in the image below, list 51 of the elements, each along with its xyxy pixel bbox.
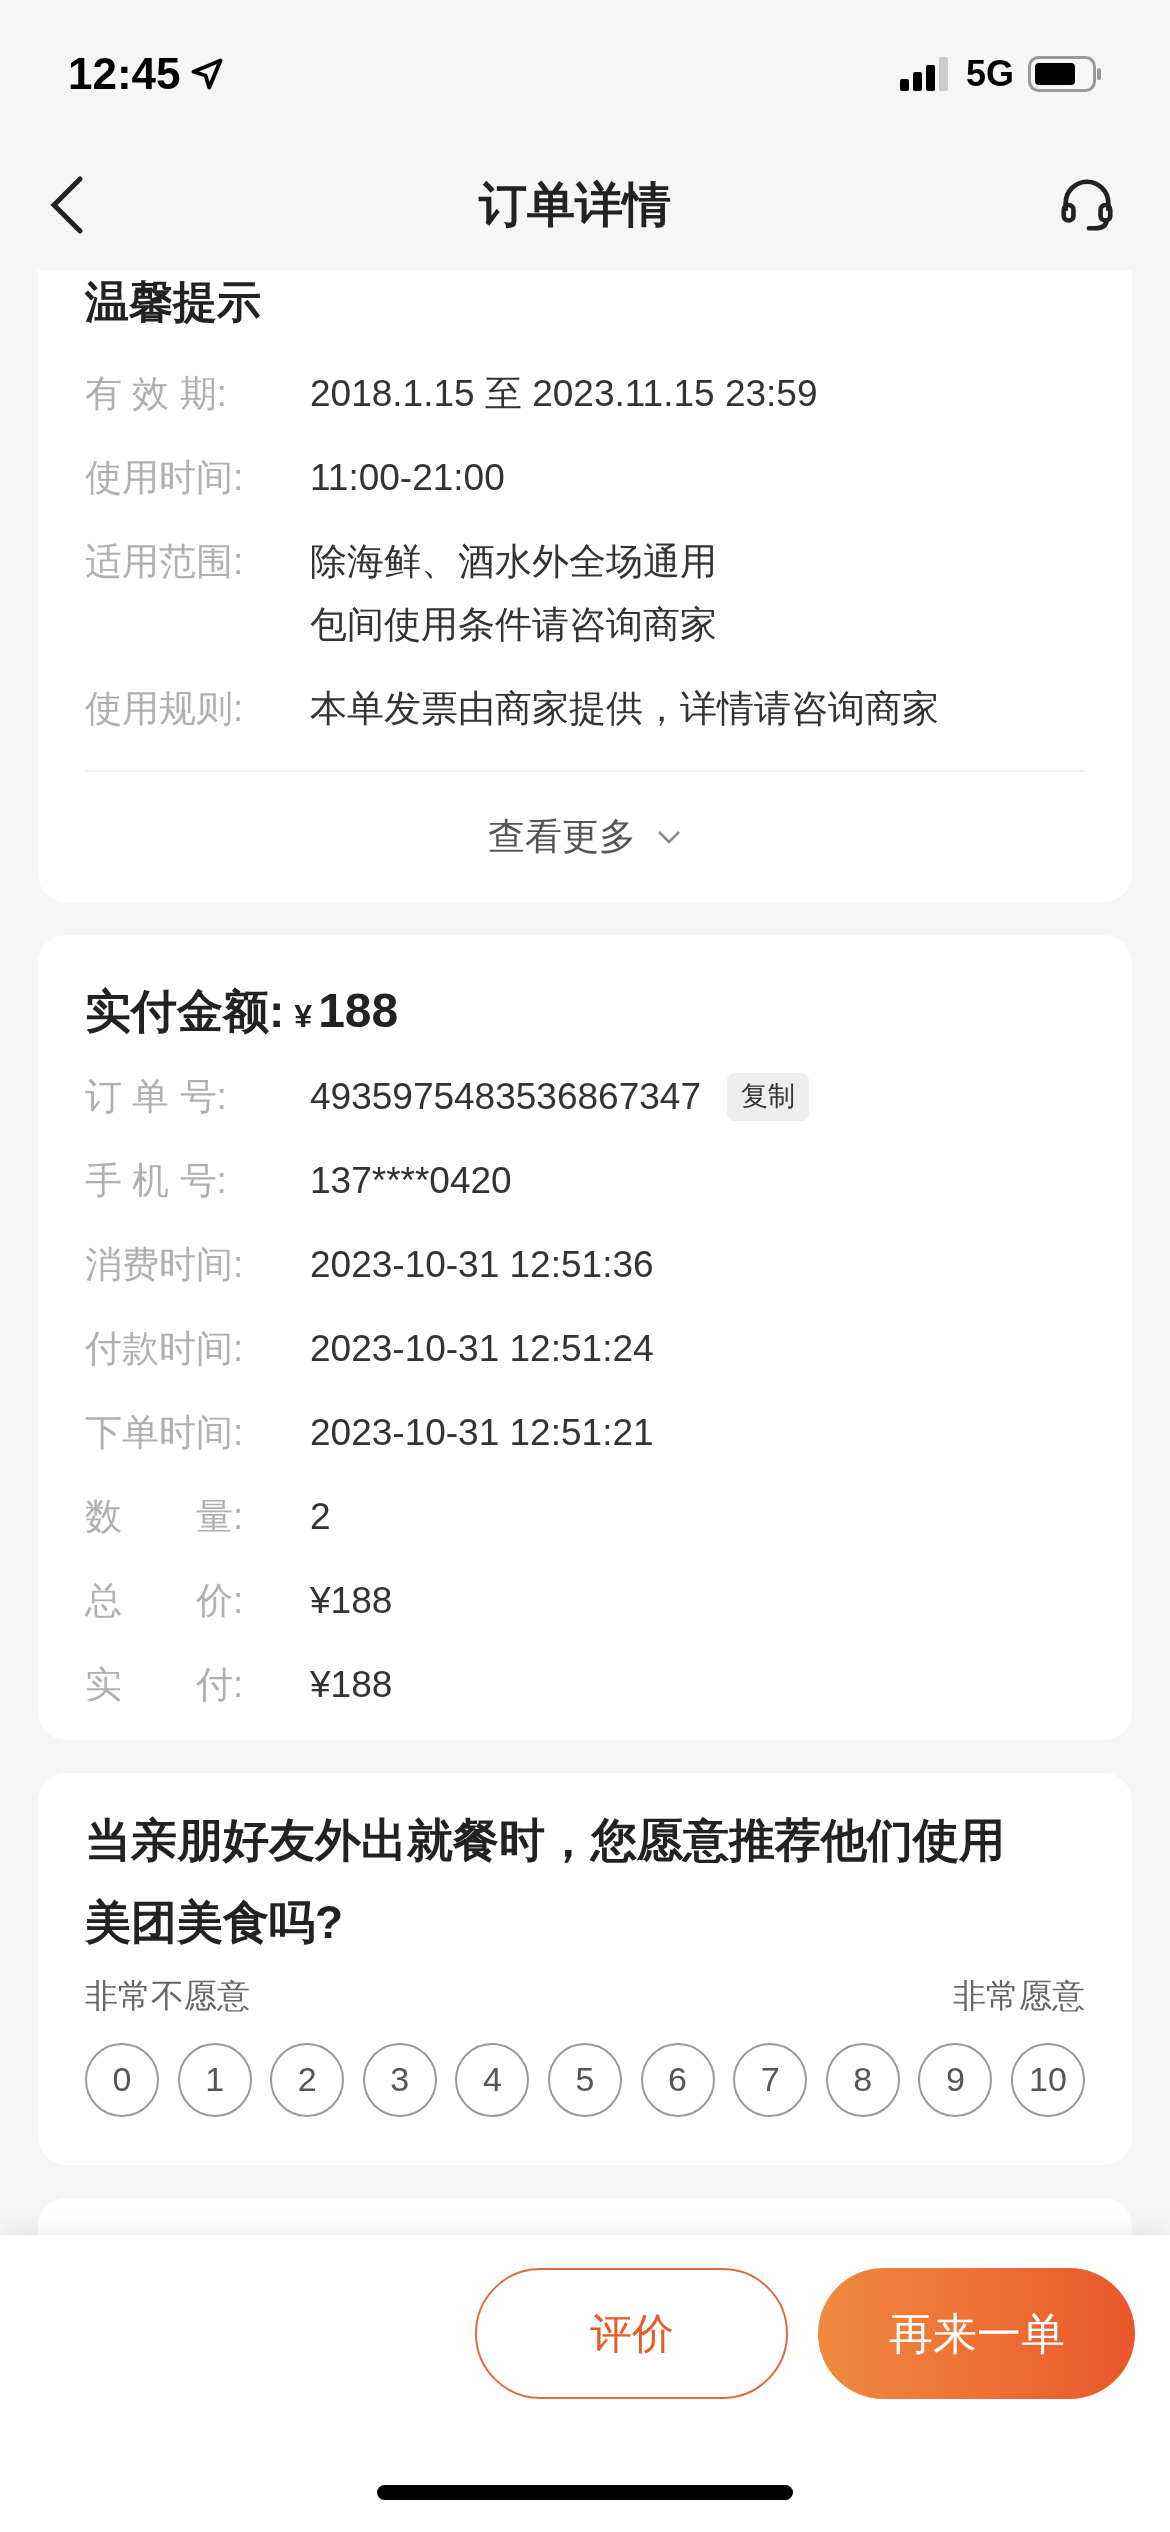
field-label: 有 效 期: — [85, 372, 228, 416]
score-option[interactable]: 10 — [1010, 2042, 1085, 2117]
field-value: 4935975483536867347 — [310, 1075, 701, 1119]
scale-low-label: 非常不愿意 — [85, 1976, 250, 2016]
field-label: 数 量: — [85, 1495, 245, 1539]
field-value: ¥188 — [310, 1579, 393, 1623]
score-option[interactable]: 5 — [547, 2042, 622, 2117]
field-label: 订 单 号: — [85, 1075, 228, 1119]
score-option[interactable]: 3 — [362, 2042, 437, 2117]
field-label: 手 机 号: — [85, 1159, 228, 1203]
network-label: 5G — [965, 52, 1014, 96]
paid-amount: 188 — [318, 983, 399, 1039]
field-value: 2 — [310, 1495, 331, 1539]
page-title: 订单详情 — [479, 177, 671, 233]
score-option[interactable]: 1 — [177, 2042, 252, 2117]
field-value: 包间使用条件请咨询商家 — [310, 603, 717, 647]
score-option[interactable]: 6 — [640, 2042, 715, 2117]
field-value: 2023-10-31 12:51:24 — [310, 1327, 654, 1371]
field-label: 使用规则: — [85, 687, 245, 731]
field-value: 137****0420 — [310, 1159, 512, 1203]
copy-button[interactable]: 复制 — [727, 1072, 809, 1121]
view-more-link[interactable]: 查看更多 — [488, 772, 682, 902]
field-value: 2018.1.15 至 2023.11.15 23:59 — [310, 372, 818, 416]
field-value: 2023-10-31 12:51:21 — [310, 1411, 654, 1455]
card-title: 温馨提示 — [85, 276, 262, 328]
card-title: 实付金额: — [85, 984, 285, 1039]
field-value: ¥188 — [310, 1663, 393, 1707]
chevron-down-icon — [656, 829, 682, 845]
score-option[interactable]: 7 — [733, 2042, 808, 2117]
field-label: 下单时间: — [85, 1411, 245, 1455]
status-time: 12:45 — [68, 48, 181, 100]
field-value: 11:00-21:00 — [310, 456, 505, 500]
survey-question: 当亲朋好友外出就餐时，您愿意推荐他们使用美团美食吗? — [85, 1813, 1006, 1950]
field-value: 2023-10-31 12:51:36 — [310, 1243, 654, 1287]
field-label: 使用时间: — [85, 456, 245, 500]
score-option[interactable]: 4 — [455, 2042, 530, 2117]
field-label: 消费时间: — [85, 1243, 245, 1287]
scale-high-label: 非常愿意 — [953, 1976, 1085, 2016]
score-option[interactable]: 9 — [918, 2042, 993, 2117]
field-label: 付款时间: — [85, 1327, 245, 1371]
score-option[interactable]: 8 — [825, 2042, 900, 2117]
field-value: 本单发票由商家提供，详情请咨询商家 — [310, 687, 939, 731]
score-option[interactable]: 2 — [270, 2042, 345, 2117]
field-label: 适用范围: — [85, 540, 245, 584]
score-option[interactable]: 0 — [85, 2042, 159, 2117]
battery-icon — [1028, 56, 1102, 92]
field-label: 总 价: — [85, 1579, 245, 1623]
review-button[interactable]: 评价 — [475, 2268, 788, 2399]
field-label: 实 付: — [85, 1663, 245, 1707]
currency-symbol: ¥ — [294, 997, 313, 1036]
field-value: 除海鲜、酒水外全场通用 — [310, 540, 717, 584]
